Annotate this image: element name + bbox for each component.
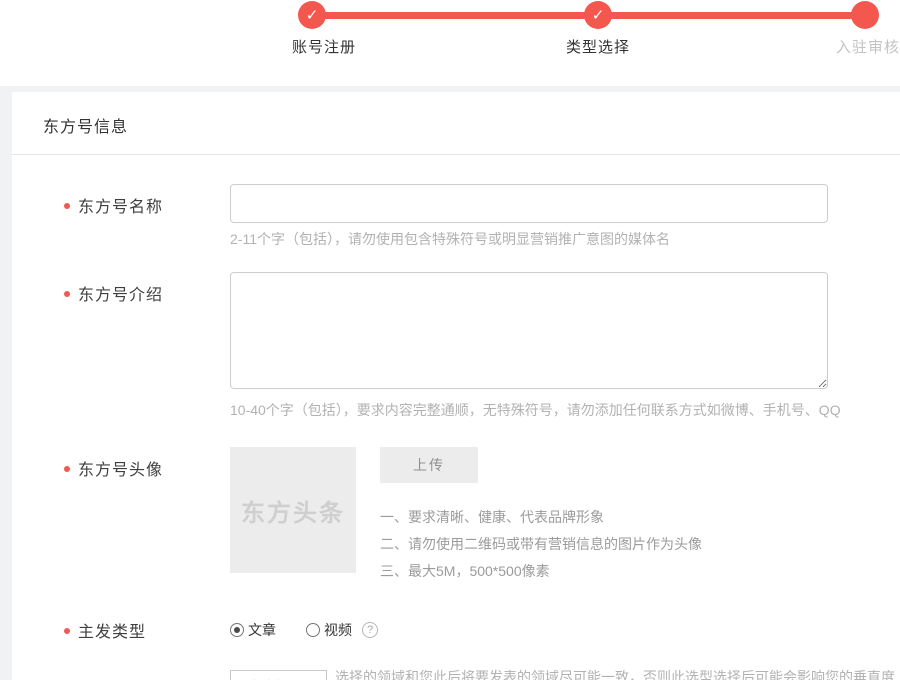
domain-select[interactable]: 请选择 ▼ xyxy=(230,670,327,680)
domain-area: 请选择 ▼ 选择的领域和您此后将要发表的领域尽可能一致，否则此选型选择后可能会影… xyxy=(230,667,900,680)
field-col: 请选择 ▼ 选择的领域和您此后将要发表的领域尽可能一致，否则此选型选择后可能会影… xyxy=(230,667,900,680)
field-label-col: 媒体领域 xyxy=(12,675,230,680)
name-hint: 2-11个字（包括），请勿使用包含特殊符号或明显营销推广意图的媒体名 xyxy=(230,229,900,249)
field-col: 10-40个字（包括），要求内容完整通顺，无特殊符号，请勿添加任何联系方式如微博… xyxy=(230,272,900,420)
step-label-type-select: 类型选择 xyxy=(553,36,643,57)
check-icon: ✓ xyxy=(592,8,605,23)
field-label-col: 东方号名称 xyxy=(12,184,230,249)
field-label-col: 东方号头像 xyxy=(12,447,230,585)
step-circle-account-register: ✓ xyxy=(298,1,326,29)
avatar-watermark-text: 东方头条 xyxy=(241,493,345,528)
field-col: 文章 视频 ? xyxy=(230,620,900,640)
field-row-intro: 东方号介绍 10-40个字（包括），要求内容完整通顺，无特殊符号，请勿添加任何联… xyxy=(12,272,900,420)
intro-hint: 10-40个字（包括），要求内容完整通顺，无特殊符号，请勿添加任何联系方式如微博… xyxy=(230,400,900,420)
required-dot-icon xyxy=(64,291,70,297)
radio-selected-icon xyxy=(230,623,244,637)
avatar-rule-1: 一、要求清晰、健康、代表品牌形象 xyxy=(380,504,702,531)
step-label-account-register: 账号注册 xyxy=(279,36,369,57)
field-row-type: 主发类型 文章 视频 ? xyxy=(12,618,900,642)
avatar-right-col: 上传 一、要求清晰、健康、代表品牌形象 二、请勿使用二维码或带有营销信息的图片作… xyxy=(380,447,702,585)
field-label-type: 主发类型 xyxy=(78,624,146,641)
field-col: 东方头条 上传 一、要求清晰、健康、代表品牌形象 二、请勿使用二维码或带有营销信… xyxy=(230,447,900,585)
field-row-domain: 媒体领域 请选择 ▼ 选择的领域和您此后将要发表的领域尽可能一致，否则此选型选择… xyxy=(12,667,900,680)
field-label-col: 东方号介绍 xyxy=(12,272,230,420)
field-label-avatar: 东方号头像 xyxy=(78,462,163,479)
radio-unselected-icon xyxy=(306,623,320,637)
required-dot-icon xyxy=(64,628,70,634)
avatar-placeholder[interactable]: 东方头条 xyxy=(230,447,356,573)
stepper-header: ✓ ✓ 账号注册 类型选择 入驻审核 xyxy=(0,0,900,86)
field-label-name: 东方号名称 xyxy=(78,199,163,216)
avatar-area: 东方头条 上传 一、要求清晰、健康、代表品牌形象 二、请勿使用二维码或带有营销信… xyxy=(230,447,900,585)
account-name-input[interactable] xyxy=(230,184,828,223)
radio-option-video[interactable]: 视频 xyxy=(306,620,352,640)
avatar-rule-3: 三、最大5M，500*500像素 xyxy=(380,558,702,585)
publish-type-radio-group: 文章 视频 ? xyxy=(230,620,900,640)
field-col: 2-11个字（包括），请勿使用包含特殊符号或明显营销推广意图的媒体名 xyxy=(230,184,900,249)
field-row-avatar: 东方号头像 东方头条 上传 一、要求清晰、健康、代表品牌形象 二、请勿使用二维码… xyxy=(12,447,900,585)
required-dot-icon xyxy=(64,203,70,209)
field-label-intro: 东方号介绍 xyxy=(78,287,163,304)
radio-option-article[interactable]: 文章 xyxy=(230,620,276,640)
step-circle-type-select: ✓ xyxy=(584,1,612,29)
account-info-panel: 东方号信息 东方号名称 2-11个字（包括），请勿使用包含特殊符号或明显营销推广… xyxy=(12,92,900,680)
required-dot-icon xyxy=(64,466,70,472)
avatar-rule-2: 二、请勿使用二维码或带有营销信息的图片作为头像 xyxy=(380,531,702,558)
account-intro-textarea[interactable] xyxy=(230,272,828,389)
check-icon: ✓ xyxy=(306,8,319,23)
avatar-rules-list: 一、要求清晰、健康、代表品牌形象 二、请勿使用二维码或带有营销信息的图片作为头像… xyxy=(380,504,702,585)
field-row-name: 东方号名称 2-11个字（包括），请勿使用包含特殊符号或明显营销推广意图的媒体名 xyxy=(12,184,900,249)
radio-label-video: 视频 xyxy=(324,620,352,640)
field-label-col: 主发类型 xyxy=(12,618,230,642)
upload-button[interactable]: 上传 xyxy=(380,447,478,483)
panel-title: 东方号信息 xyxy=(12,92,900,155)
step-label-review: 入驻审核 xyxy=(810,36,900,57)
onboarding-page: ✓ ✓ 账号注册 类型选择 入驻审核 东方号信息 东方号名称 2-11个字（包括… xyxy=(0,0,900,680)
step-circle-review xyxy=(851,1,879,29)
radio-label-article: 文章 xyxy=(248,620,276,640)
help-icon[interactable]: ? xyxy=(362,622,378,638)
domain-description: 选择的领域和您此后将要发表的领域尽可能一致，否则此选型选择后可能会影响您的垂直度… xyxy=(335,667,900,680)
